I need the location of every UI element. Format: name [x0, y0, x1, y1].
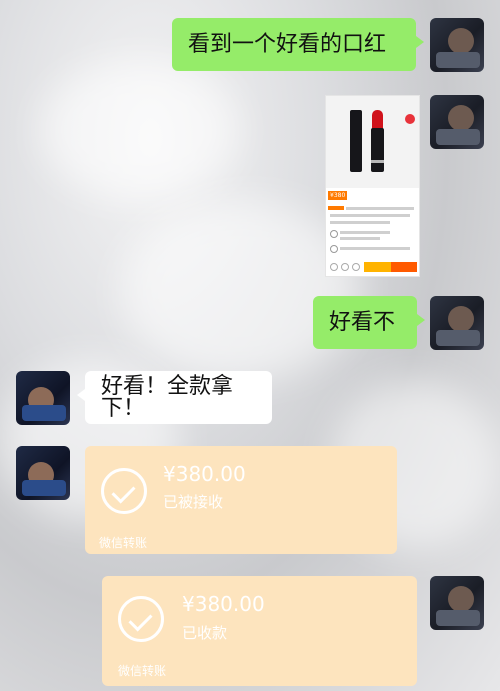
- cloud-bg: [120, 200, 360, 380]
- product-screenshot-image[interactable]: ¥380: [325, 95, 420, 277]
- transfer-card-received[interactable]: ¥380.00 已被接收 微信转账: [85, 446, 397, 554]
- lipstick-bullet-icon: [372, 110, 383, 130]
- transfer-brand: 微信转账: [118, 664, 167, 678]
- price-tag: ¥380: [328, 191, 348, 200]
- avatar-self[interactable]: [430, 95, 484, 149]
- avatar-self[interactable]: [430, 18, 484, 72]
- avatar-self[interactable]: [430, 296, 484, 350]
- transfer-amount: ¥380.00: [163, 462, 246, 486]
- transfer-status: 已被接收: [163, 493, 224, 511]
- avatar-contact[interactable]: [16, 446, 70, 500]
- option-line: [340, 247, 410, 250]
- option-icon: [330, 230, 338, 238]
- transfer-amount: ¥380.00: [182, 592, 265, 616]
- title-line: [330, 221, 390, 224]
- transfer-brand: 微信转账: [99, 536, 148, 550]
- message-text: 好看不: [329, 309, 396, 335]
- avatar-self[interactable]: [430, 576, 484, 630]
- message-bubble-sent[interactable]: 看到一个好看的口红: [172, 18, 424, 71]
- message-bubble-received[interactable]: 好看！全款拿下！: [77, 371, 272, 424]
- store-icon: [330, 263, 338, 271]
- favorite-icon: [352, 263, 360, 271]
- store-tag: [328, 206, 344, 210]
- check-circle-icon: [118, 596, 164, 642]
- message-text: 好看！全款拿下！: [101, 373, 234, 421]
- title-line: [330, 214, 410, 217]
- transfer-status: 已收款: [182, 624, 228, 642]
- option-line: [340, 231, 390, 234]
- share-badge-icon: [405, 114, 415, 124]
- option-icon: [330, 245, 338, 253]
- title-line: [346, 207, 414, 210]
- check-circle-icon: [101, 468, 147, 514]
- cloud-bg: [40, 60, 240, 200]
- message-text: 看到一个好看的口红: [188, 31, 387, 57]
- message-bubble-sent[interactable]: 好看不: [313, 296, 425, 349]
- lipstick-body-icon: [371, 128, 384, 172]
- buy-now-button: [391, 262, 417, 272]
- add-to-cart-button: [364, 262, 391, 272]
- avatar-contact[interactable]: [16, 371, 70, 425]
- product-photo: [326, 96, 419, 188]
- lipstick-case-icon: [350, 110, 362, 172]
- option-line: [340, 237, 380, 240]
- lipstick-ring: [371, 160, 384, 163]
- transfer-card-sent[interactable]: ¥380.00 已收款 微信转账: [102, 576, 417, 686]
- service-icon: [341, 263, 349, 271]
